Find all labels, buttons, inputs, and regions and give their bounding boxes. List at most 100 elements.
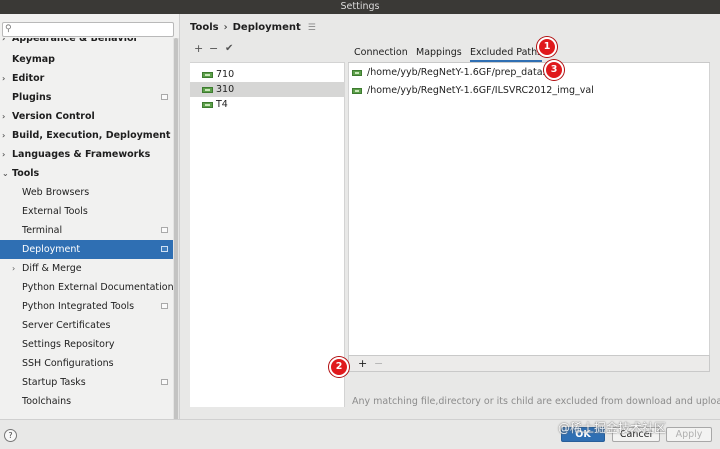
sidebar-item-label: Web Browsers [22, 187, 90, 198]
chevron-right-icon[interactable]: › [2, 107, 5, 126]
server-name: 710 [216, 69, 235, 80]
deployment-tabs: Connection Mappings Excluded Paths [348, 43, 710, 62]
set-default-server-button[interactable]: ✔ [225, 43, 233, 54]
sidebar-item-label: Deployment [22, 244, 81, 255]
settings-search-box[interactable]: ⚲ [2, 22, 174, 37]
sidebar-scrollbar[interactable] [174, 38, 178, 419]
chevron-right-icon[interactable]: › [2, 145, 5, 164]
search-icon: ⚲ [5, 24, 12, 34]
tab-mappings[interactable]: Mappings [416, 43, 462, 62]
project-level-icon [161, 246, 168, 252]
sidebar-item-deployment[interactable]: Deployment [0, 240, 178, 259]
project-level-icon [161, 94, 168, 100]
sidebar-item-web-browsers[interactable]: Web Browsers [0, 183, 178, 202]
project-settings-icon: ☰ [307, 23, 316, 33]
excluded-paths-toolbar: + − [348, 355, 710, 372]
sidebar-item-label: Plugins [12, 92, 52, 103]
server-name: 310 [216, 84, 235, 95]
sidebar-item-startup-tasks[interactable]: Startup Tasks [0, 373, 178, 392]
server-toolbar: + − ✔ [190, 42, 345, 58]
server-icon [202, 72, 213, 78]
excluded-paths-list: /home/yyb/RegNetY-1.6GF/prep_dataset /ho… [348, 63, 710, 355]
apply-button[interactable]: Apply [666, 427, 712, 442]
excluded-path-text: /home/yyb/RegNetY-1.6GF/prep_dataset [367, 67, 558, 78]
server-name: T4 [216, 99, 228, 110]
remove-server-button[interactable]: − [209, 42, 218, 55]
server-icon [202, 87, 213, 93]
sidebar-item-terminal[interactable]: Terminal [0, 221, 178, 240]
server-item-710[interactable]: 710 [190, 67, 345, 82]
sidebar-item-python-external-documentation[interactable]: Python External Documentation [0, 278, 178, 297]
breadcrumb-current: Deployment [232, 22, 301, 33]
sidebar-item-keymap[interactable]: Keymap [0, 50, 178, 69]
sidebar-item-label: Languages & Frameworks [12, 149, 151, 160]
project-level-icon [161, 303, 168, 309]
sidebar-item-label: External Tools [22, 206, 88, 217]
remove-excluded-path-button[interactable]: − [374, 356, 383, 371]
server-icon [202, 102, 213, 108]
sidebar-item-label: Build, Execution, Deployment [12, 130, 171, 141]
server-path-icon [352, 70, 362, 76]
server-item-t4[interactable]: T4 [190, 97, 345, 112]
excluded-path-row[interactable]: /home/yyb/RegNetY-1.6GF/ILSVRC2012_img_v… [349, 82, 709, 100]
add-excluded-path-button[interactable]: + [358, 356, 367, 371]
breadcrumb-separator: › [223, 22, 228, 33]
window-title-bar: Settings [0, 0, 720, 14]
server-path-icon [352, 88, 362, 94]
server-item-310[interactable]: 310 [190, 82, 345, 97]
sidebar-item-label: Tools [12, 168, 40, 179]
sidebar-item-tools[interactable]: ⌄ Tools [0, 164, 178, 183]
sidebar-item-toolchains[interactable]: Toolchains [0, 392, 178, 411]
chevron-right-icon[interactable]: › [2, 38, 5, 45]
chevron-down-icon[interactable]: ⌄ [2, 164, 9, 183]
sidebar-item-appearance-behavior[interactable]: › Appearance & Behavior [0, 38, 178, 50]
sidebar-item-server-certificates[interactable]: Server Certificates [0, 316, 178, 335]
project-level-icon [161, 379, 168, 385]
excluded-path-text: /home/yyb/RegNetY-1.6GF/ILSVRC2012_img_v… [367, 85, 594, 96]
sidebar-item-python-integrated-tools[interactable]: Python Integrated Tools [0, 297, 178, 316]
add-server-button[interactable]: + [194, 42, 203, 55]
sidebar-item-label: Server Certificates [22, 320, 111, 331]
help-button[interactable]: ? [4, 429, 17, 442]
sidebar-item-label: Appearance & Behavior [12, 38, 139, 44]
sidebar-item-label: Terminal [22, 225, 63, 236]
settings-tree: › Appearance & Behavior Keymap › Editor Plugi… [0, 38, 178, 411]
sidebar-item-version-control[interactable]: › Version Control [0, 107, 178, 126]
watermark: @稀土掘金技术社区 [558, 421, 667, 435]
sidebar-item-build-execution-deployment[interactable]: › Build, Execution, Deployment [0, 126, 178, 145]
annotation-marker-1: 1 [537, 37, 557, 57]
chevron-right-icon[interactable]: › [2, 69, 5, 88]
annotation-marker-3: 3 [544, 60, 564, 80]
sidebar-item-languages-frameworks[interactable]: › Languages & Frameworks [0, 145, 178, 164]
chevron-right-icon[interactable]: › [2, 126, 5, 145]
sidebar-item-external-tools[interactable]: External Tools [0, 202, 178, 221]
sidebar-item-label: Python Integrated Tools [22, 301, 135, 312]
sidebar-item-label: Toolchains [22, 396, 72, 407]
sidebar-item-label: Startup Tasks [22, 377, 86, 388]
settings-search-input[interactable] [17, 23, 167, 36]
sidebar-item-label: Version Control [12, 111, 95, 122]
sidebar-item-plugins[interactable]: Plugins [0, 88, 178, 107]
tab-excluded-paths[interactable]: Excluded Paths [470, 43, 543, 62]
server-list: 710 310 T4 [190, 62, 345, 407]
breadcrumb: Tools › Deployment ☰ [190, 20, 316, 36]
excluded-path-row[interactable]: /home/yyb/RegNetY-1.6GF/prep_dataset [349, 64, 709, 82]
sidebar-item-label: Editor [12, 73, 45, 84]
excluded-paths-hint: Any matching file,directory or its child… [352, 396, 720, 407]
window-title: Settings [340, 1, 380, 12]
tab-connection[interactable]: Connection [354, 43, 408, 62]
breadcrumb-parent: Tools [190, 22, 219, 33]
sidebar-item-label: Settings Repository [22, 339, 115, 350]
sidebar-item-settings-repository[interactable]: Settings Repository [0, 335, 178, 354]
sidebar-item-ssh-configurations[interactable]: SSH Configurations [0, 354, 178, 373]
project-level-icon [161, 227, 168, 233]
sidebar-item-label: SSH Configurations [22, 358, 114, 369]
chevron-right-icon[interactable]: › [12, 259, 15, 278]
annotation-marker-2: 2 [329, 357, 349, 377]
sidebar-item-editor[interactable]: › Editor [0, 69, 178, 88]
sidebar-item-diff-merge[interactable]: › Diff & Merge [0, 259, 178, 278]
sidebar-item-label: Keymap [12, 54, 55, 65]
sidebar-item-label: Python External Documentation [22, 282, 174, 293]
sidebar-item-label: Diff & Merge [22, 263, 82, 274]
settings-sidebar: ⚲ › Appearance & Behavior Keymap › Editor Plu… [0, 14, 180, 419]
